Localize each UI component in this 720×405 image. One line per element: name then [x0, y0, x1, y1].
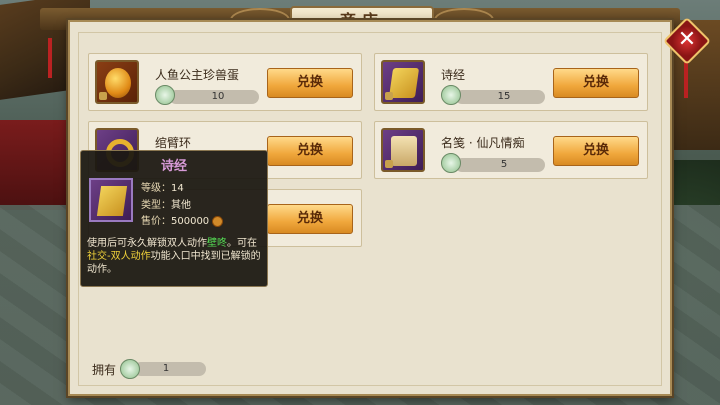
copper-coin-icon — [212, 215, 224, 227]
lock-icon — [385, 160, 393, 168]
exchange-button[interactable]: 兑换 — [553, 68, 639, 98]
owned-label: 拥有 — [92, 363, 117, 377]
lock-icon — [385, 92, 393, 100]
exchange-button[interactable]: 兑换 — [553, 136, 639, 166]
jade-coin-icon — [441, 153, 461, 173]
type-label: 类型： — [141, 200, 171, 211]
desc-highlight-action: 壁咚 — [207, 238, 227, 249]
type-value: 其他 — [171, 200, 191, 211]
scroll-glyph — [391, 136, 417, 166]
tooltip-level: 等级：14 — [141, 179, 184, 194]
item-price: 10 — [211, 91, 225, 102]
lock-icon — [99, 92, 107, 100]
tooltip-price: 售价：500000 — [141, 212, 224, 227]
close-icon: ✕ — [677, 27, 697, 52]
shop-item-card: 名笺 · 仙凡情痴 5 兑换 — [374, 121, 648, 179]
price-label: 售价： — [141, 216, 171, 227]
item-name: 绾臂环 — [155, 136, 192, 150]
tassel-right — [684, 58, 688, 98]
egg-icon[interactable] — [95, 60, 139, 104]
price-value: 500000 — [171, 216, 210, 227]
desc-text: 。可在 — [227, 238, 257, 249]
tooltip-title: 诗经 — [160, 159, 187, 174]
book-icon[interactable] — [381, 60, 425, 104]
item-price: 15 — [497, 91, 511, 102]
owned-value: 1 — [162, 363, 170, 374]
exchange-button[interactable]: 兑换 — [267, 136, 353, 166]
tooltip-description: 使用后可永久解锁双人动作壁咚。可在社交-双人动作功能入口中找到已解锁的动作。 — [87, 237, 263, 276]
scroll-icon[interactable] — [381, 128, 425, 172]
exchange-button[interactable]: 兑换 — [267, 204, 353, 234]
item-price: 5 — [500, 159, 508, 170]
book-glyph — [388, 68, 420, 98]
item-tooltip: 诗经 等级：14 类型：其他 售价：500000 使用后可永久解锁双人动作壁咚。… — [80, 150, 268, 287]
tooltip-type: 类型：其他 — [141, 196, 191, 211]
level-value: 14 — [171, 183, 184, 194]
item-name: 人鱼公主珍兽蛋 — [155, 68, 240, 82]
item-name: 名笺 · 仙凡情痴 — [441, 136, 525, 150]
egg-glyph — [105, 68, 131, 98]
shop-item-card: 人鱼公主珍兽蛋 10 兑换 — [88, 53, 362, 111]
book-icon — [89, 178, 133, 222]
exchange-button[interactable]: 兑换 — [267, 68, 353, 98]
level-label: 等级： — [141, 183, 171, 194]
desc-highlight-entry: 社交-双人动作 — [87, 251, 151, 262]
book-glyph — [96, 186, 128, 216]
shop-item-card: 诗经 15 兑换 — [374, 53, 648, 111]
jade-coin-icon — [155, 85, 175, 105]
item-name: 诗经 — [441, 68, 466, 82]
desc-text: 使用后可永久解锁双人动作 — [87, 238, 207, 249]
jade-coin-icon — [441, 85, 461, 105]
tassel-left — [48, 38, 52, 78]
